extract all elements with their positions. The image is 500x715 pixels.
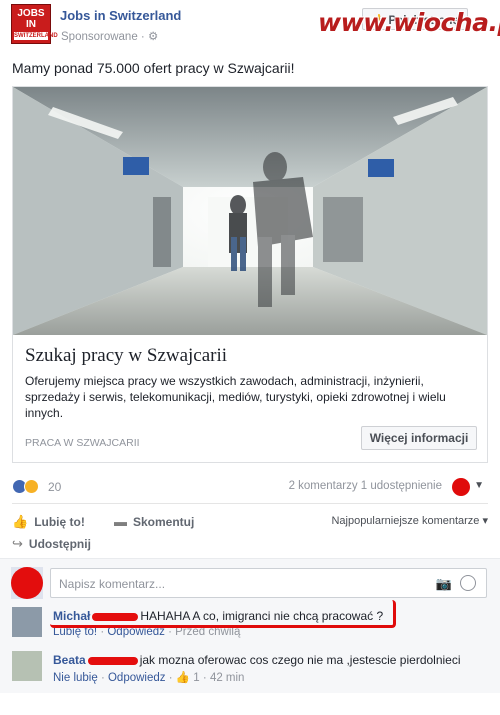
post-header: JOBS IN SWITZERLAND Jobs in Switzerland … bbox=[0, 0, 500, 52]
avatar[interactable] bbox=[12, 607, 42, 637]
logo-text-in: IN bbox=[26, 19, 36, 30]
ad-domain: PRACA W SZWAJCARII bbox=[25, 437, 140, 449]
page-name-link[interactable]: Jobs in Switzerland bbox=[60, 8, 181, 23]
thumbs-up-icon: 👍 bbox=[175, 672, 191, 684]
ad-card[interactable]: Szukaj pracy w Szwajcarii Oferujemy miej… bbox=[12, 86, 488, 463]
ad-title[interactable]: Szukaj pracy w Szwajcarii bbox=[25, 345, 227, 367]
haha-reaction-icon[interactable] bbox=[24, 479, 39, 494]
comment-reply-link[interactable]: Odpowiedz bbox=[108, 672, 166, 684]
share-button[interactable]: ↪ Udostępnij bbox=[12, 536, 91, 552]
comment-sort-dropdown[interactable]: Najpopularniejsze komentarze ▾ bbox=[331, 514, 488, 527]
comments-shares-count[interactable]: 2 komentarzy 1 udostępnienie bbox=[289, 480, 442, 492]
comment-text: jak mozna oferowac cos czego nie ma ,jes… bbox=[139, 653, 461, 667]
sponsored-label: Sponsorowane · ⚙ bbox=[61, 29, 158, 43]
ad-image[interactable] bbox=[13, 87, 487, 335]
comment-time[interactable]: 42 min bbox=[210, 672, 245, 684]
camera-icon[interactable]: 📷 bbox=[436, 576, 452, 592]
reactions-count[interactable]: 20 bbox=[48, 480, 61, 494]
red-scribble bbox=[87, 656, 138, 665]
comment-body: Beata jak mozna oferowac cos czego nie ma… bbox=[53, 653, 461, 667]
comment-input[interactable]: Napisz komentarz... 📷 bbox=[50, 568, 487, 598]
globe-icon: ⚙ bbox=[147, 31, 159, 43]
ad-description: Oferujemy miejsca pracy we wszystkich za… bbox=[25, 374, 446, 420]
logo-text-switzerland: SWITZERLAND bbox=[14, 32, 58, 40]
comment-author[interactable]: Beata bbox=[53, 653, 86, 667]
like-label: Lubię to! bbox=[34, 515, 85, 529]
comment-button[interactable]: ▬ Skomentuj bbox=[114, 514, 194, 529]
comment-label: Skomentuj bbox=[133, 515, 195, 529]
watermark: www.wiocha.pl bbox=[318, 8, 500, 37]
comment-input-placeholder: Napisz komentarz... bbox=[59, 577, 166, 591]
red-scribble-underline bbox=[50, 600, 396, 628]
chevron-down-icon[interactable]: ▼ bbox=[474, 480, 484, 491]
page-logo[interactable]: JOBS IN SWITZERLAND bbox=[11, 4, 58, 44]
post-text: Mamy ponad 75.000 ofert pracy w Szwajcar… bbox=[12, 60, 295, 76]
like-button[interactable]: 👍 Lubię to! bbox=[12, 514, 85, 530]
emoji-icon[interactable] bbox=[460, 575, 476, 591]
thumbs-up-icon: 👍 bbox=[12, 514, 29, 529]
logo-text-jobs: JOBS bbox=[17, 8, 45, 19]
share-arrow-icon: ↪ bbox=[12, 536, 23, 551]
speech-bubble-icon: ▬ bbox=[114, 514, 127, 529]
post-actions: 👍 Lubię to! ▬ Skomentuj Najpopularniejsze … bbox=[12, 510, 488, 554]
sponsored-text: Sponsorowane · bbox=[61, 31, 148, 43]
comments-section: Napisz komentarz... 📷 Michał HAHAHA A co,… bbox=[0, 558, 500, 693]
red-scribble-avatar bbox=[11, 567, 43, 599]
share-label: Udostępnij bbox=[28, 537, 91, 551]
comment-meta: Nie lubię · Odpowiedz · 👍 1 · 42 min bbox=[53, 672, 245, 684]
avatar[interactable] bbox=[11, 567, 43, 599]
red-scribble-dot bbox=[452, 478, 470, 496]
divider bbox=[12, 503, 488, 504]
avatar[interactable] bbox=[12, 651, 42, 681]
reactions-bar: 20 2 komentarzy 1 udostępnienie ▼ bbox=[12, 476, 488, 496]
more-info-button[interactable]: Więcej informacji bbox=[361, 426, 477, 450]
comment-likes-count[interactable]: 1 bbox=[193, 672, 199, 684]
comment-like-link[interactable]: Nie lubię bbox=[53, 672, 98, 684]
tunnel-illustration bbox=[13, 87, 487, 335]
